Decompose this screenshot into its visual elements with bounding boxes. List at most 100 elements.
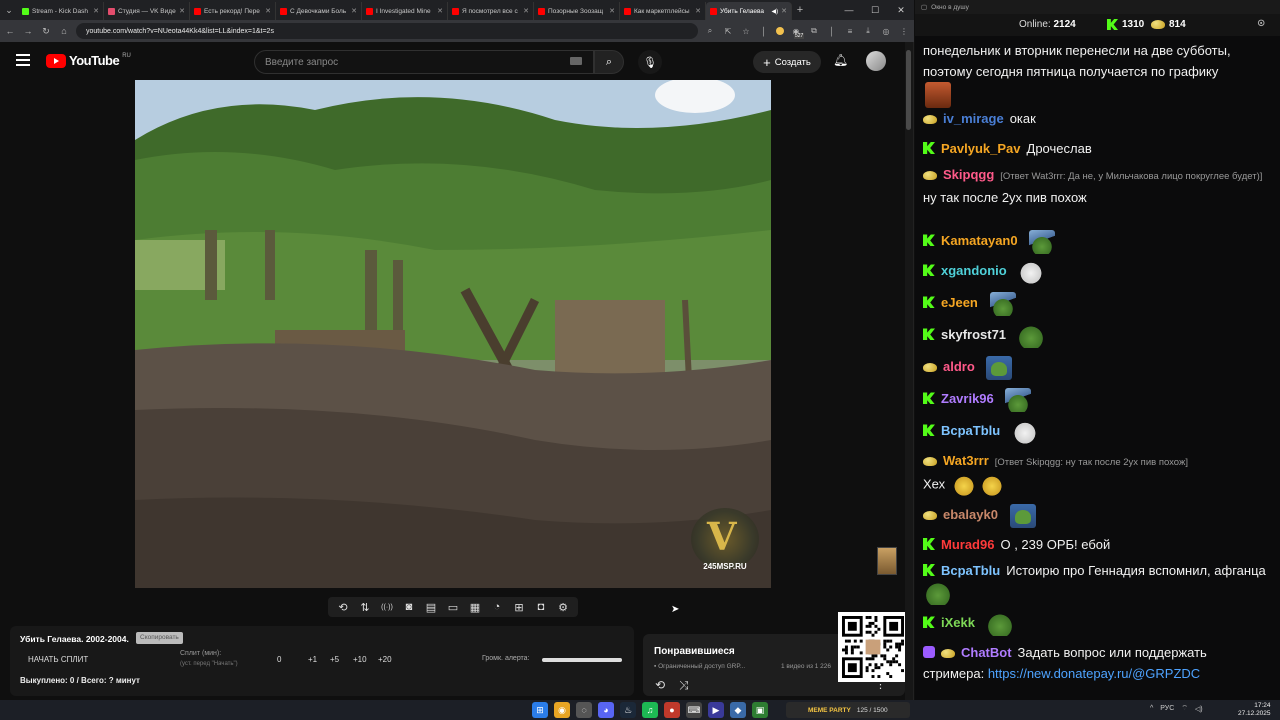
sort-icon[interactable]: ⇅ <box>356 601 374 614</box>
app-icon-3[interactable]: ◆ <box>730 702 746 718</box>
tab-list-icon[interactable]: ≡ <box>844 27 856 36</box>
chat-username[interactable]: eJeen <box>941 295 978 310</box>
broadcast-icon[interactable]: ((·)) <box>378 604 396 611</box>
loop-icon[interactable]: ⟲ <box>334 601 352 614</box>
maximize-icon[interactable]: ☐ <box>862 5 888 16</box>
tab-close-icon[interactable]: ✕ <box>265 7 271 15</box>
chat-username[interactable]: Wat3rrr <box>943 453 989 468</box>
page-scrollbar-thumb[interactable] <box>906 50 911 130</box>
chat-username[interactable]: BcpaTblu <box>941 563 1000 578</box>
search-button[interactable]: ⌕ <box>594 50 624 74</box>
chat-username[interactable]: aldro <box>943 359 975 374</box>
chat-username[interactable]: Murad96 <box>941 537 994 552</box>
tab-close-icon[interactable]: ✕ <box>93 7 99 15</box>
minimize-icon[interactable]: — <box>836 5 862 16</box>
browser-tab[interactable]: Позорные Зоозащ ✕ <box>534 2 620 20</box>
alert-volume-slider[interactable] <box>542 658 622 662</box>
discord-icon[interactable]: ◕ <box>598 702 614 718</box>
install-icon[interactable]: ⇱ <box>722 27 734 36</box>
start-windows-icon[interactable]: ⊞ <box>532 702 548 718</box>
split-plus-10-button[interactable]: +10 <box>353 655 367 664</box>
keyboard-icon[interactable] <box>570 57 582 65</box>
camera-icon[interactable]: ◘ <box>532 601 550 613</box>
copy-button[interactable]: Скопировать <box>136 632 183 644</box>
taskbar-clock[interactable]: 17:24 27.12.2025 <box>1238 702 1271 718</box>
puzzle-icon[interactable]: ⧉ <box>808 26 820 36</box>
tab-close-icon[interactable]: ✕ <box>695 7 701 15</box>
chat-username[interactable]: xgandonio <box>941 263 1007 278</box>
playlist-title[interactable]: Понравившиеся <box>654 646 735 657</box>
browser-tab[interactable]: Есть рекорд! Пере ✕ <box>190 2 276 20</box>
steam-icon[interactable]: ♨ <box>620 702 636 718</box>
reload-icon[interactable]: ↻ <box>40 26 52 37</box>
youtube-logo[interactable]: YouTube RU <box>46 53 131 68</box>
shuffle-icon[interactable]: ⤨ <box>679 678 689 693</box>
browser-tab[interactable]: С Девочками Боль ✕ <box>276 2 362 20</box>
audio-icon[interactable]: ◀) <box>772 8 779 15</box>
tab-search-icon[interactable]: ⌄ <box>0 0 18 20</box>
donate-link[interactable]: https://new.donatepay.ru/@GRPZDC <box>988 666 1200 681</box>
home-icon[interactable]: ⌂ <box>58 26 70 36</box>
meme-party-widget[interactable]: MEME PARTY 125 / 1500 <box>786 702 910 718</box>
loop-playlist-icon[interactable]: ⟲ <box>655 678 665 692</box>
avatar[interactable] <box>866 51 886 71</box>
chrome-icon[interactable]: ◉ <box>554 702 570 718</box>
tab-close-icon[interactable]: ✕ <box>351 7 357 15</box>
chat-message-list[interactable]: понедельник и вторник перенесли на две с… <box>915 36 1280 690</box>
app-icon-1[interactable]: ◌ <box>576 702 592 718</box>
film-icon[interactable]: ▦ <box>466 601 484 614</box>
add-icon[interactable]: ⊞ <box>510 601 528 614</box>
search-input[interactable]: Введите запрос <box>254 50 594 74</box>
gear-icon[interactable]: ⚙ <box>554 601 572 614</box>
player-icon[interactable]: ▶ <box>708 702 724 718</box>
app-icon-4[interactable]: ▣ <box>752 702 768 718</box>
volume-icon[interactable]: ◁) <box>1195 705 1203 713</box>
speed-icon[interactable]: ◔ <box>488 601 506 613</box>
chat-username[interactable]: Kamatayan0 <box>941 233 1018 248</box>
chat-username[interactable]: Skipqgg <box>943 167 994 182</box>
tab-close-icon[interactable]: ✕ <box>609 7 615 15</box>
split-plus-20-button[interactable]: +20 <box>378 655 392 664</box>
new-tab-button[interactable]: + <box>792 4 808 16</box>
screen-icon[interactable]: ▭ <box>444 601 462 614</box>
split-plus-5-button[interactable]: +5 <box>330 655 339 664</box>
chat-username[interactable]: ChatBot <box>961 645 1012 660</box>
chat-username[interactable]: iv_mirage <box>943 111 1004 126</box>
voice-search-button[interactable]: 🎙︎ <box>638 50 662 74</box>
back-icon[interactable]: ← <box>4 26 16 36</box>
network-icon[interactable]: ⌔ <box>1181 704 1188 713</box>
profile-icon[interactable]: ◎ <box>880 27 892 36</box>
tab-close-icon[interactable]: ✕ <box>437 7 443 15</box>
chat-username[interactable]: skyfrost71 <box>941 327 1006 342</box>
start-split-button[interactable]: НАЧАТЬ СПЛИТ <box>28 655 88 664</box>
language-indicator[interactable]: РУС <box>1160 705 1174 712</box>
notifications-bell-icon[interactable]: 🔔︎ <box>833 53 848 67</box>
chat-username[interactable]: Zavrik96 <box>941 391 994 406</box>
chat-settings-icon[interactable]: ⊙ <box>1257 18 1265 29</box>
hamburger-menu-icon[interactable] <box>16 54 30 66</box>
chat-username[interactable]: ebalayk0 <box>943 507 998 522</box>
chat-username[interactable]: iXekk <box>941 615 975 630</box>
extension-yellow-icon[interactable] <box>776 27 784 35</box>
page-scrollbar[interactable] <box>905 42 913 700</box>
clapper-icon[interactable]: ▤ <box>422 601 440 614</box>
forward-icon[interactable]: → <box>22 26 34 36</box>
browser-tab[interactable]: Я посмотрел все с ✕ <box>448 2 534 20</box>
zoom-icon[interactable]: ⌕ <box>704 26 716 36</box>
bookmark-star-icon[interactable]: ☆ <box>740 27 752 36</box>
gamepad-icon[interactable]: ⌨ <box>686 702 702 718</box>
browser-tab[interactable]: Студия — VK Видео ✕ <box>104 2 190 20</box>
chat-username[interactable]: Pavlyuk_Pav <box>941 141 1021 156</box>
side-thumbnail[interactable] <box>877 547 897 575</box>
browser-tab[interactable]: I Investigated Mine ✕ <box>362 2 448 20</box>
menu-dots-icon[interactable]: ⋮ <box>898 27 910 36</box>
record-icon[interactable]: ◙ <box>400 601 418 613</box>
tab-close-icon[interactable]: ✕ <box>523 7 529 15</box>
chat-username[interactable]: BcpaTblu <box>941 423 1000 438</box>
spotify-icon[interactable]: ♫ <box>642 702 658 718</box>
downloads-icon[interactable]: ⤓ <box>862 26 874 36</box>
tab-close-icon[interactable]: ✕ <box>781 7 787 15</box>
close-icon[interactable]: ✕ <box>888 5 914 16</box>
extension-badge-icon[interactable]: ◉ 527 <box>790 27 805 39</box>
tray-arrow-icon[interactable]: ^ <box>1150 705 1153 712</box>
